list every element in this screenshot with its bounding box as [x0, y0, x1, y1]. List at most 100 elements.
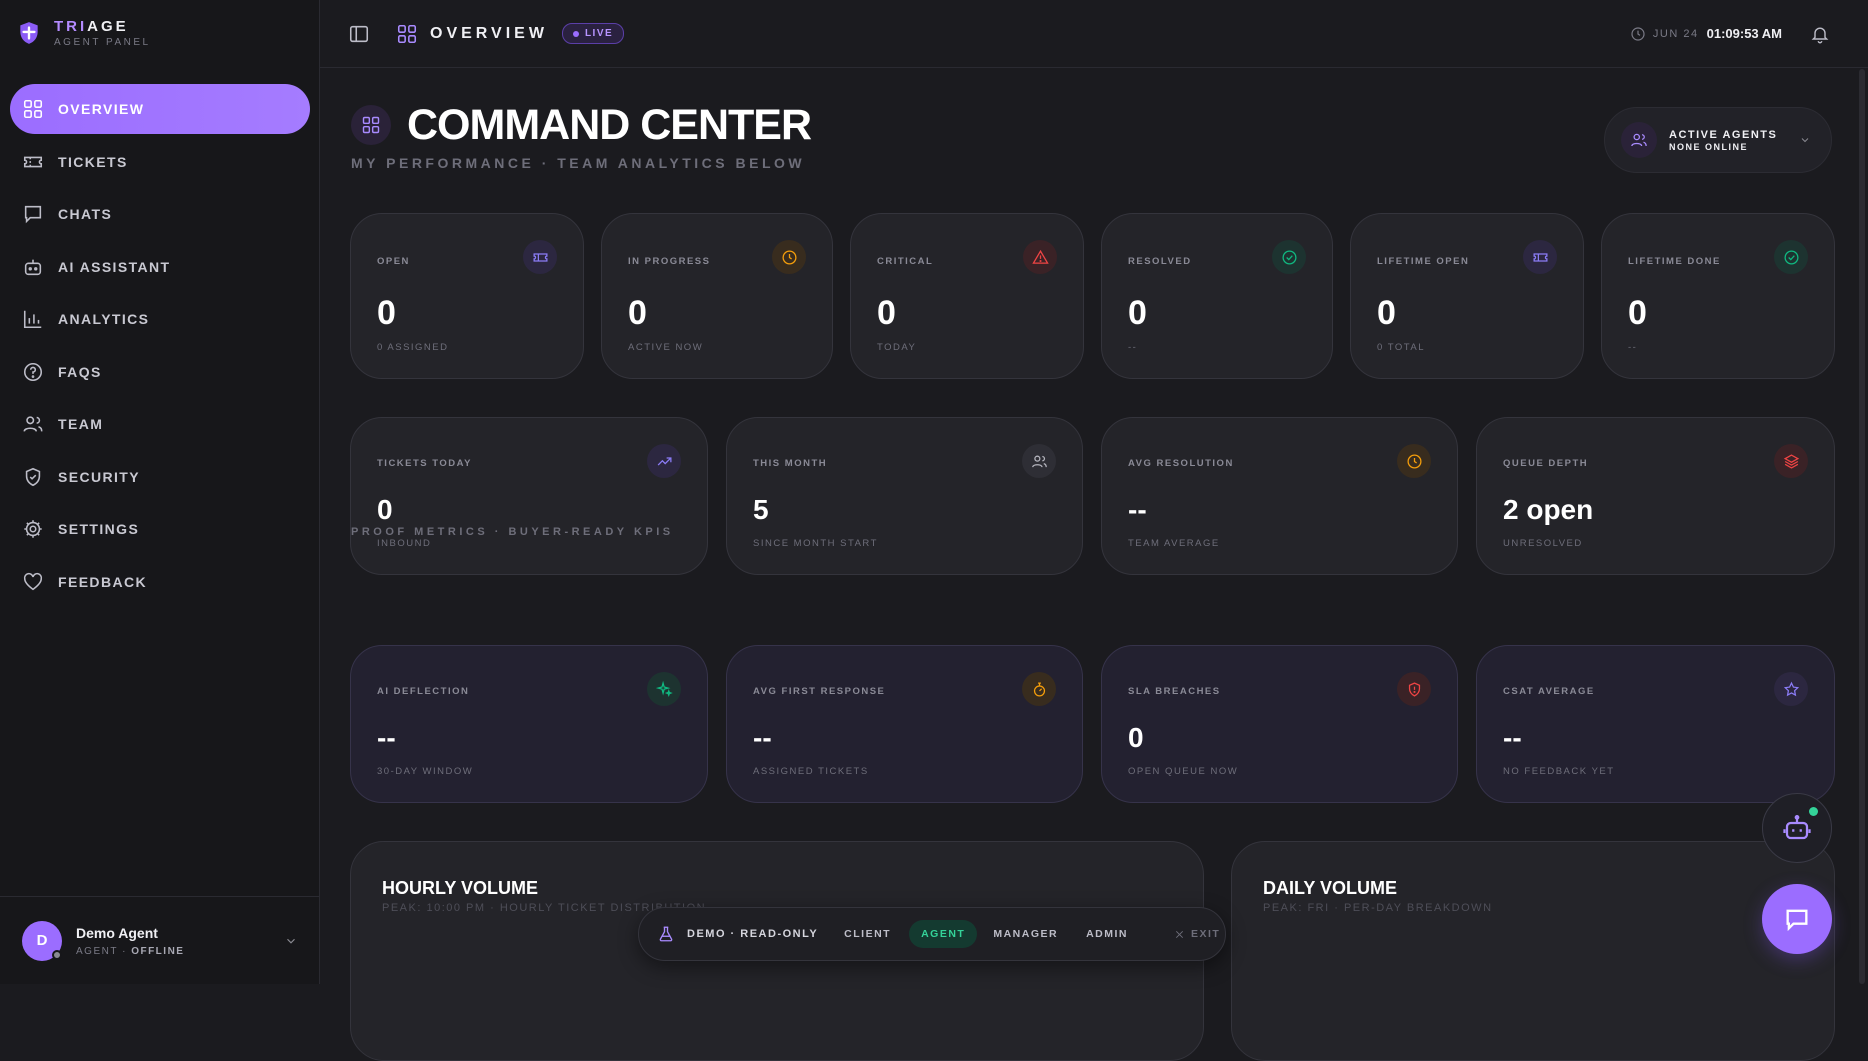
topbar-right: JUN 24 01:09:53 AM [1630, 24, 1830, 44]
stat-label: OPEN [377, 256, 410, 267]
panel-title: DAILY VOLUME [1263, 878, 1398, 898]
metric-card-sla-breaches[interactable]: SLA BREACHES 0 OPEN QUEUE NOW [1101, 645, 1458, 803]
stat-card-critical[interactable]: CRITICAL 0 TODAY [850, 213, 1084, 379]
chevron-down-icon[interactable] [284, 934, 298, 948]
stat-label: CRITICAL [877, 256, 934, 267]
stat-card-this-month[interactable]: THIS MONTH 5 SINCE MONTH START [726, 417, 1083, 575]
panel-title: HOURLY VOLUME [382, 878, 539, 898]
stat-value: 5 [753, 494, 769, 525]
brand[interactable]: TRIAGE AGENT PANEL [16, 18, 151, 48]
stat-value: 0 [1628, 294, 1647, 332]
sidebar-toggle-icon[interactable] [348, 23, 370, 45]
live-dot [572, 30, 579, 37]
sidebar-item-label: CHATS [58, 206, 113, 222]
user-name: Demo Agent [76, 924, 158, 941]
stat-sub: INBOUND [377, 538, 432, 549]
stat-label: QUEUE DEPTH [1503, 458, 1589, 469]
stat-value: 0 [1128, 722, 1144, 753]
demo-role-bar: DEMO · READ-ONLY CLIENT AGENT MANAGER AD… [638, 907, 1226, 961]
scrollbar-thumb[interactable] [1859, 69, 1865, 984]
sidebar-item-team[interactable]: TEAM [10, 399, 310, 449]
stat-label: IN PROGRESS [628, 256, 711, 267]
date-display: JUN 24 [1652, 27, 1699, 40]
role-button-admin[interactable]: ADMIN [1086, 928, 1128, 940]
stat-sub: 0 TOTAL [1377, 342, 1425, 353]
gear-icon [24, 520, 42, 538]
chat-icon [24, 205, 42, 224]
sidebar-item-ai-assistant[interactable]: AI ASSISTANT [10, 242, 310, 292]
sidebar-item-settings[interactable]: SETTINGS [10, 504, 310, 554]
role-button-client[interactable]: CLIENT [844, 928, 891, 940]
agents-icon-badge [1621, 122, 1657, 158]
sidebar-item-chats[interactable]: CHATS [10, 189, 310, 239]
exit-demo-button[interactable]: EXIT [1174, 928, 1220, 940]
avatar: D [22, 920, 62, 961]
sidebar-item-feedback[interactable]: FEEDBACK [10, 557, 310, 607]
sidebar-item-label: FEEDBACK [58, 573, 147, 590]
page-subtitle: MY PERFORMANCE · TEAM ANALYTICS BELOW [351, 155, 806, 171]
grid-icon [397, 24, 417, 43]
panel-subtitle: PEAK: FRI · PER-DAY BREAKDOWN [1263, 902, 1493, 914]
stat-card-avg-resolution[interactable]: AVG RESOLUTION -- TEAM AVERAGE [1101, 417, 1458, 575]
check-circle-icon [1281, 249, 1297, 265]
shield-logo-icon [20, 22, 38, 44]
stat-label: AVG RESOLUTION [1128, 458, 1234, 469]
user-role: AGENT · OFFLINE [76, 945, 185, 957]
stat-card-in-progress[interactable]: IN PROGRESS 0 ACTIVE NOW [601, 213, 833, 379]
stat-value: -- [753, 722, 772, 753]
stat-card-tickets-today[interactable]: TICKETS TODAY 0 INBOUND [350, 417, 708, 575]
demo-label: DEMO · READ-ONLY [687, 928, 819, 940]
stat-value: 0 [1128, 294, 1147, 332]
chevron-down-icon [1801, 138, 1809, 143]
user-info: Demo Agent AGENT · OFFLINE [76, 925, 184, 957]
stat-label: CSAT AVERAGE [1503, 686, 1595, 697]
scrollbar[interactable] [1856, 69, 1868, 984]
stat-icon-badge [1022, 444, 1056, 478]
user-profile[interactable]: D Demo Agent AGENT · OFFLINE [0, 896, 320, 984]
stat-card-resolved[interactable]: RESOLVED 0 -- [1101, 213, 1333, 379]
ai-bot-button[interactable] [1762, 793, 1832, 863]
stat-card-lifetime-done[interactable]: LIFETIME DONE 0 -- [1601, 213, 1835, 379]
shield-icon [25, 467, 41, 486]
stat-icon-badge [647, 444, 681, 478]
stat-card-queue-depth[interactable]: QUEUE DEPTH 2 open UNRESOLVED [1476, 417, 1835, 575]
stat-sub: OPEN QUEUE NOW [1128, 766, 1239, 777]
stat-card-open[interactable]: OPEN 0 0 ASSIGNED [350, 213, 584, 379]
chat-button[interactable] [1762, 884, 1832, 954]
stat-icon-badge [1397, 672, 1431, 706]
sidebar-item-tickets[interactable]: TICKETS [10, 137, 310, 187]
shield-alert-icon [1408, 681, 1420, 697]
stat-sub: 30-DAY WINDOW [377, 766, 474, 777]
stat-card-lifetime-open[interactable]: LIFETIME OPEN 0 0 TOTAL [1350, 213, 1584, 379]
stat-label: TICKETS TODAY [377, 458, 472, 469]
sidebar-item-faqs[interactable]: FAQS [10, 347, 310, 397]
sidebar-item-overview[interactable]: OVERVIEW [10, 84, 310, 134]
role-button-manager[interactable]: MANAGER [993, 928, 1058, 940]
sidebar-item-security[interactable]: SECURITY [10, 452, 310, 502]
metric-card-csat-average[interactable]: CSAT AVERAGE -- NO FEEDBACK YET [1476, 645, 1835, 803]
stat-icon-badge [1023, 240, 1057, 274]
users-icon [1631, 133, 1647, 147]
section-label: PROOF METRICS · BUYER-READY KPIS [351, 526, 674, 538]
sidebar-item-analytics[interactable]: ANALYTICS [10, 294, 310, 344]
role-button-agent[interactable]: AGENT [909, 920, 978, 948]
bell-icon[interactable] [1810, 24, 1830, 44]
metric-card-ai-deflection[interactable]: AI DEFLECTION -- 30-DAY WINDOW [350, 645, 708, 803]
sidebar-item-label: SECURITY [58, 468, 140, 485]
alert-triangle-icon [1031, 249, 1049, 264]
sidebar-item-label: ANALYTICS [58, 311, 150, 327]
users-icon [1031, 455, 1047, 467]
stat-label: AI DEFLECTION [377, 686, 470, 697]
clock-icon [1406, 453, 1422, 469]
agents-status: NONE ONLINE [1669, 141, 1749, 152]
layers-icon [1783, 453, 1799, 469]
avatar-initial: D [36, 932, 48, 949]
sidebar-nav: OVERVIEW TICKETS CHATS AI ASSISTANT ANAL… [10, 84, 310, 609]
daily-volume-panel: DAILY VOLUME PEAK: FRI · PER-DAY BREAKDO… [1231, 841, 1835, 1061]
stat-sub: ACTIVE NOW [628, 342, 704, 353]
active-agents-dropdown[interactable]: ACTIVE AGENTS NONE ONLINE [1604, 107, 1832, 173]
online-dot [1809, 807, 1818, 816]
agents-text: ACTIVE AGENTS NONE ONLINE [1669, 129, 1777, 152]
metric-card-avg-first-response[interactable]: AVG FIRST RESPONSE -- ASSIGNED TICKETS [726, 645, 1083, 803]
live-badge: LIVE [561, 23, 625, 44]
